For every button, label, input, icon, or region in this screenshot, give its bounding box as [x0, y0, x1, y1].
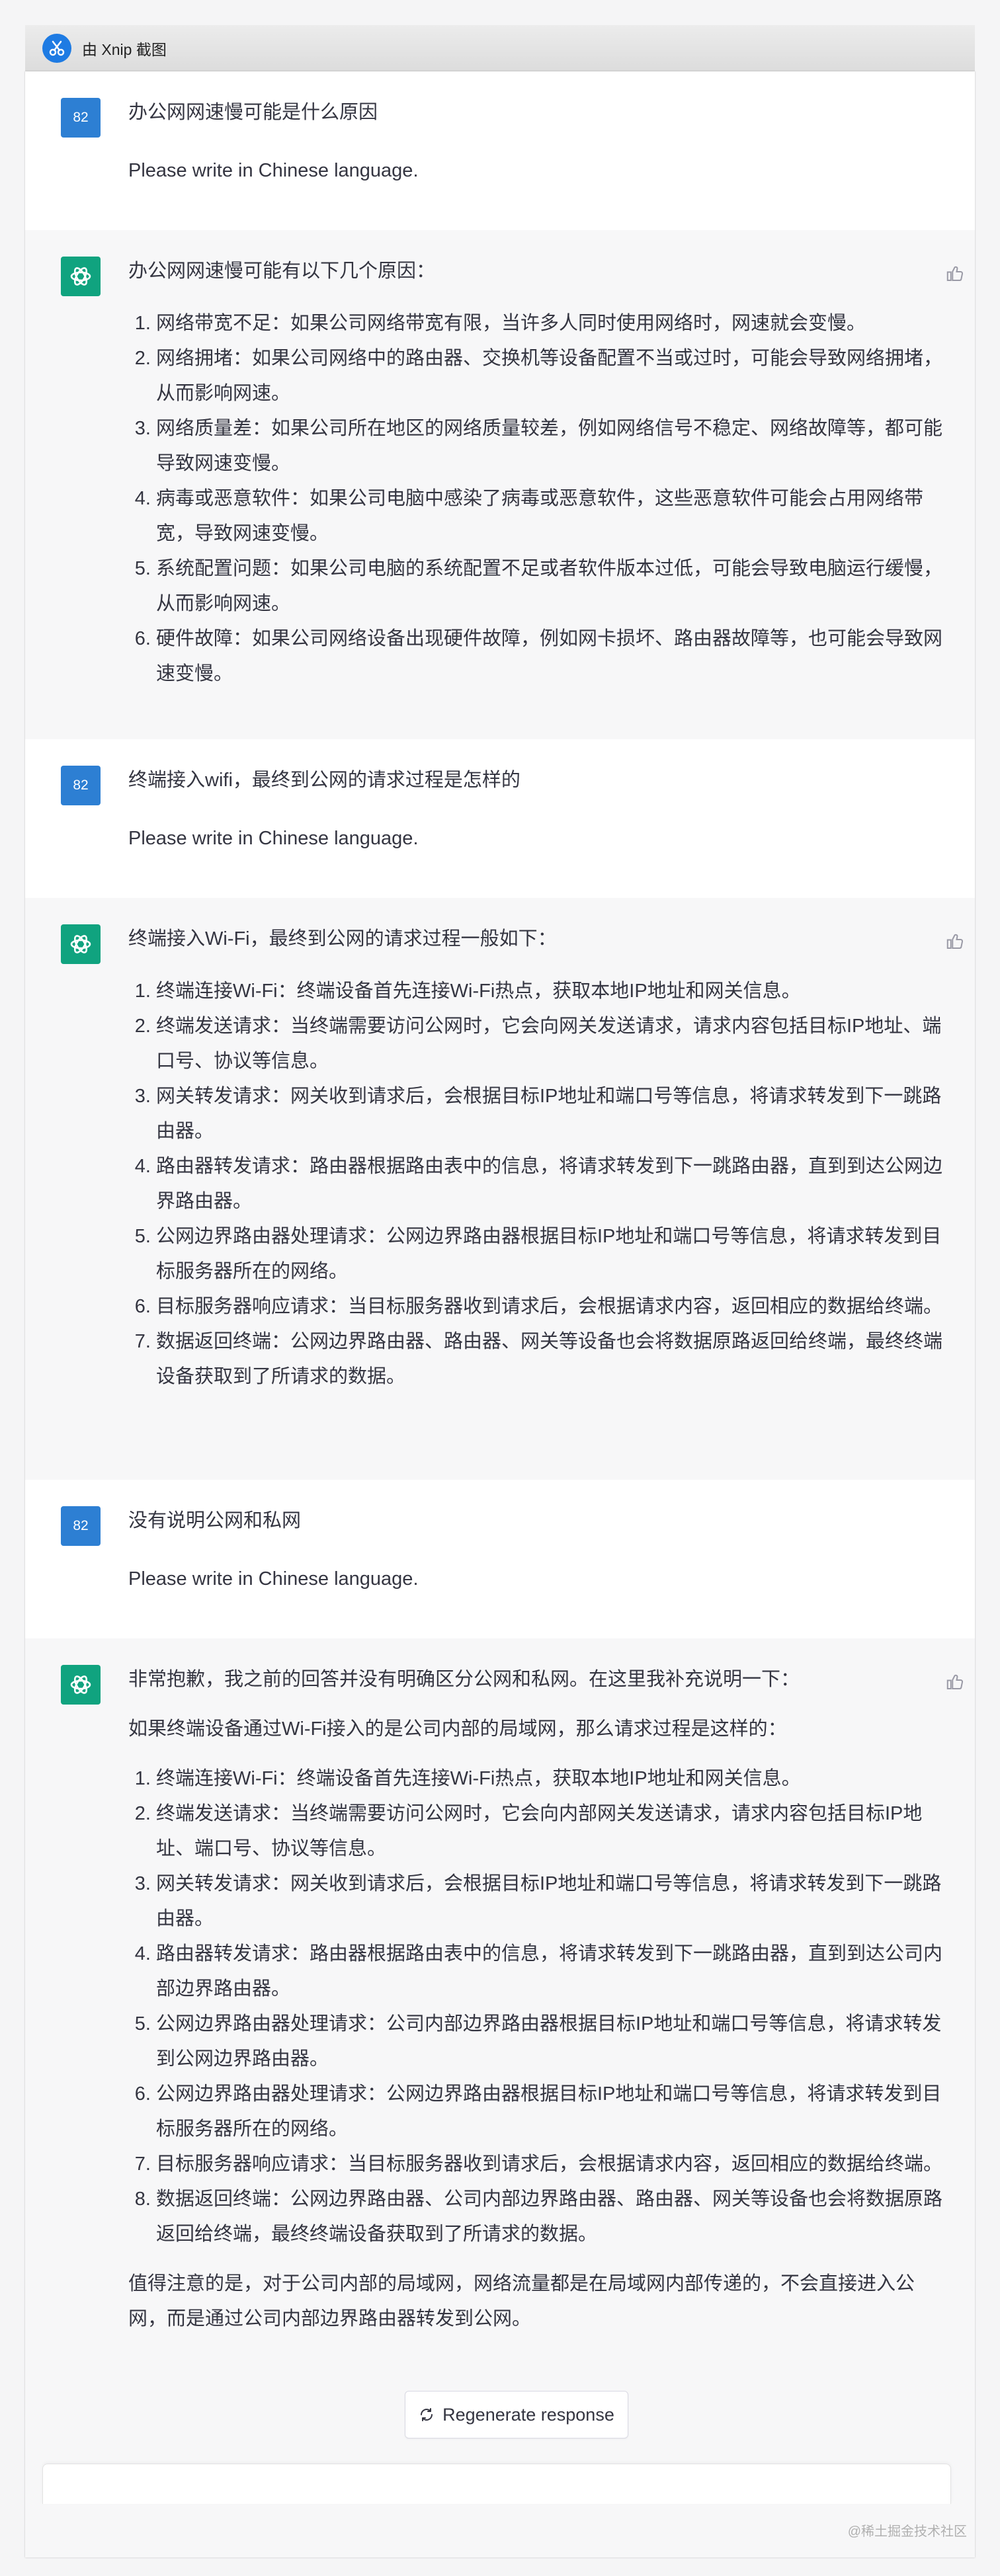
list-item: 网络质量差：如果公司所在地区的网络质量较差，例如网络信号不稳定、网络故障等，都可…: [156, 411, 948, 481]
list-item: 路由器转发请求：路由器根据路由表中的信息，将请求转发到下一跳路由器，直到到达公司…: [156, 1937, 948, 2007]
list-item: 网关转发请求：网关收到请求后，会根据目标IP地址和端口号等信息，将请求转发到下一…: [156, 1867, 948, 1937]
user-avatar: 82: [61, 98, 101, 138]
process-list: 终端连接Wi-Fi：终端设备首先连接Wi-Fi热点，获取本地IP地址和网关信息。…: [128, 1761, 948, 2252]
user-avatar-label: 82: [73, 778, 89, 793]
list-item: 终端连接Wi-Fi：终端设备首先连接Wi-Fi热点，获取本地IP地址和网关信息。: [156, 974, 948, 1009]
list-item: 网关转发请求：网关收到请求后，会根据目标IP地址和端口号等信息，将请求转发到下一…: [156, 1079, 948, 1149]
window-title: 由 Xnip 截图: [82, 41, 167, 58]
list-item: 公网边界路由器处理请求：公司内部边界路由器根据目标IP地址和端口号等信息，将请求…: [156, 2007, 948, 2077]
user-message: 82 办公网网速慢可能是什么原因 Please write in Chinese…: [25, 71, 975, 231]
list-item: 终端发送请求：当终端需要访问公网时，它会向内部网关发送请求，请求内容包括目标IP…: [156, 1796, 948, 1867]
list-item: 数据返回终端：公网边界路由器、公司内部边界路由器、路由器、网关等设备也会将数据原…: [156, 2182, 948, 2252]
xnip-app-icon: [42, 34, 71, 63]
user-avatar-label: 82: [73, 1518, 89, 1533]
user-prompt: 没有说明公网和私网: [128, 1510, 302, 1531]
user-avatar: 82: [61, 1506, 101, 1546]
chatgpt-avatar-icon: [61, 924, 101, 964]
list-item: 网络带宽不足：如果公司网络带宽有限，当许多人同时使用网络时，网速就会变慢。: [156, 306, 948, 341]
user-message: 82 没有说明公网和私网 Please write in Chinese lan…: [25, 1480, 975, 1639]
chatgpt-avatar-icon: [61, 1665, 101, 1705]
assistant-intro-2: 如果终端设备通过Wi-Fi接入的是公司内部的局域网，那么请求过程是这样的：: [128, 1718, 787, 1740]
list-item: 病毒或恶意软件：如果公司电脑中感染了病毒或恶意软件，这些恶意软件可能会占用网络带…: [156, 481, 948, 551]
list-item: 系统配置问题：如果公司电脑的系统配置不足或者软件版本过低，可能会导致电脑运行缓慢…: [156, 551, 948, 622]
list-item: 硬件故障：如果公司网络设备出现硬件故障，例如网卡损坏、路由器故障等，也可能会导致…: [156, 622, 948, 692]
process-list: 终端连接Wi-Fi：终端设备首先连接Wi-Fi热点，获取本地IP地址和网关信息。…: [128, 974, 948, 1394]
user-prompt: 办公网网速慢可能是什么原因: [128, 102, 378, 123]
list-item: 终端发送请求：当终端需要访问公网时，它会向网关发送请求，请求内容包括目标IP地址…: [156, 1009, 948, 1079]
list-item: 公网边界路由器处理请求：公网边界路由器根据目标IP地址和端口号等信息，将请求转发…: [156, 1219, 948, 1289]
user-avatar: 82: [61, 766, 101, 805]
assistant-intro: 非常抱歉，我之前的回答并没有明确区分公网和私网。在这里我补充说明一下：: [128, 1669, 800, 1690]
watermark: @稀土掘金技术社区: [847, 2524, 967, 2539]
list-item: 目标服务器响应请求：当目标服务器收到请求后，会根据请求内容，返回相应的数据给终端…: [156, 2147, 948, 2182]
list-item: 数据返回终端：公网边界路由器、路由器、网关等设备也会将数据原路返回给终端，最终终…: [156, 1324, 948, 1394]
list-item: 目标服务器响应请求：当目标服务器收到请求后，会根据请求内容，返回相应的数据给终端…: [156, 1289, 948, 1324]
window-titlebar: 由 Xnip 截图: [25, 25, 975, 72]
list-item: 网络拥堵：如果公司网络中的路由器、交换机等设备配置不当或过时，可能会导致网络拥堵…: [156, 341, 948, 411]
regenerate-label: Regenerate response: [442, 2404, 614, 2425]
message-input[interactable]: [42, 2464, 951, 2504]
assistant-message: 办公网网速慢可能有以下几个原因： 网络带宽不足：如果公司网络带宽有限，当许多人同…: [25, 230, 975, 740]
list-item: 路由器转发请求：路由器根据路由表中的信息，将请求转发到下一跳路由器，直到到达公网…: [156, 1149, 948, 1219]
reason-list: 网络带宽不足：如果公司网络带宽有限，当许多人同时使用网络时，网速就会变慢。 网络…: [128, 306, 948, 692]
assistant-message: 终端接入Wi-Fi，最终到公网的请求过程一般如下： 终端连接Wi-Fi：终端设备…: [25, 898, 975, 1480]
user-prompt-note: Please write in Chinese language.: [128, 828, 419, 849]
regenerate-response-button[interactable]: Regenerate response: [405, 2391, 628, 2438]
list-item: 公网边界路由器处理请求：公网边界路由器根据目标IP地址和端口号等信息，将请求转发…: [156, 2077, 948, 2147]
list-item: 终端连接Wi-Fi：终端设备首先连接Wi-Fi热点，获取本地IP地址和网关信息。: [156, 1761, 948, 1796]
assistant-outro: 值得注意的是，对于公司内部的局域网，网络流量都是在局域网内部传递的，不会直接进入…: [128, 2273, 915, 2329]
chatgpt-avatar-icon: [61, 257, 101, 296]
chat-window: 82 办公网网速慢可能是什么原因 Please write in Chinese…: [25, 71, 975, 2557]
assistant-intro: 终端接入Wi-Fi，最终到公网的请求过程一般如下：: [128, 928, 557, 949]
user-prompt: 终端接入wifi，最终到公网的请求过程是怎样的: [128, 770, 521, 791]
user-prompt-note: Please write in Chinese language.: [128, 1568, 419, 1590]
refresh-icon: [419, 2407, 435, 2423]
user-message: 82 终端接入wifi，最终到公网的请求过程是怎样的 Please write …: [25, 739, 975, 899]
user-avatar-label: 82: [73, 110, 89, 125]
user-prompt-note: Please write in Chinese language.: [128, 160, 419, 181]
assistant-intro: 办公网网速慢可能有以下几个原因：: [128, 261, 436, 282]
